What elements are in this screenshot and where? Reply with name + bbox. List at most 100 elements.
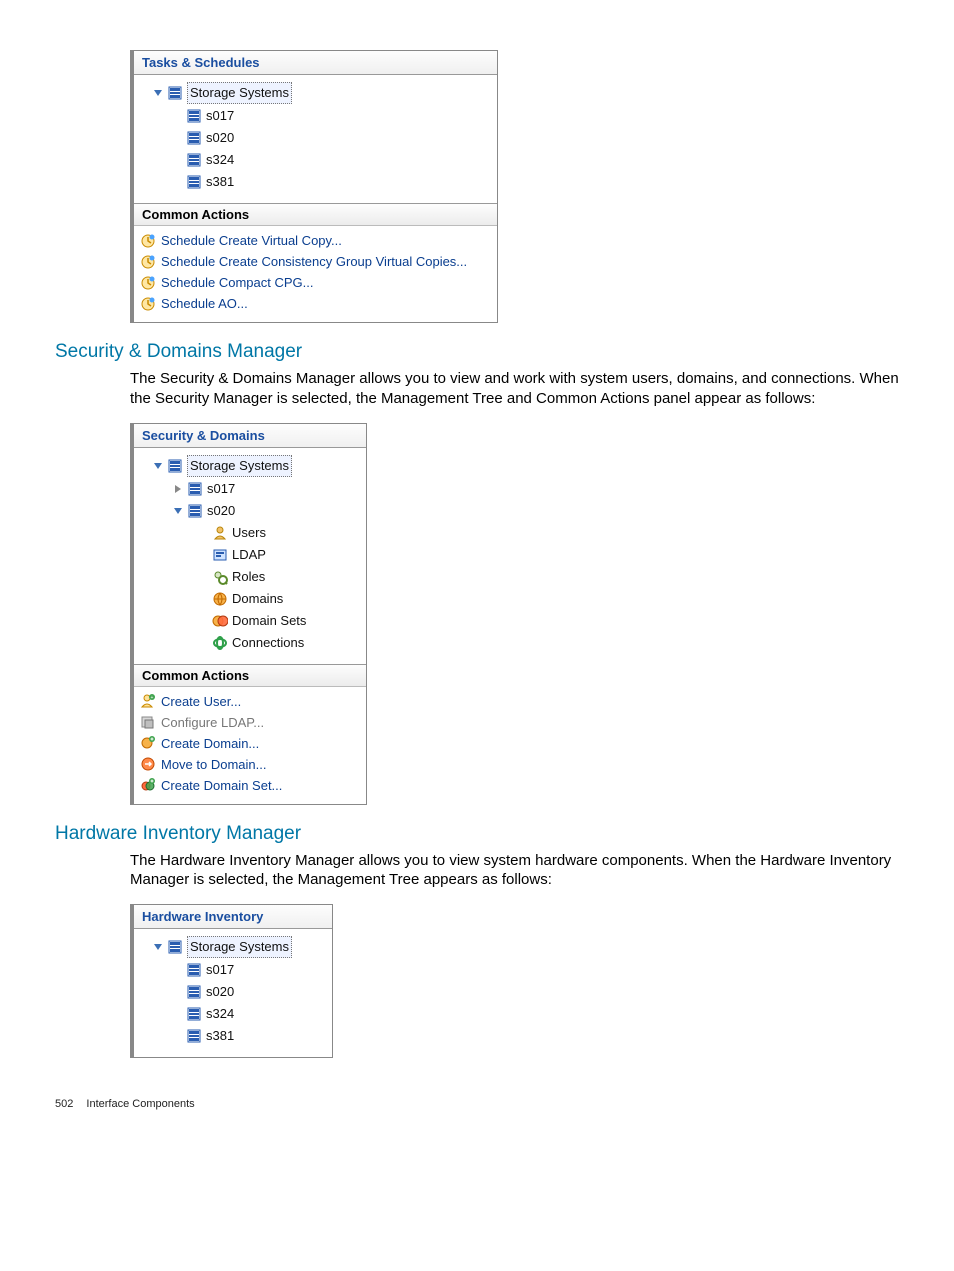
expand-down-icon[interactable] <box>152 460 163 471</box>
tree-item-label: Domains <box>232 589 283 609</box>
storage-icon <box>186 174 202 190</box>
action-create-user[interactable]: Create User... <box>140 691 360 712</box>
tree-root[interactable]: Storage Systems <box>140 935 326 959</box>
tree-item-label: s324 <box>206 1004 234 1024</box>
storage-icon <box>167 85 183 101</box>
tree-item[interactable]: s324 <box>140 1003 326 1025</box>
page-number: 502 <box>55 1098 83 1110</box>
panel-title: Tasks & Schedules <box>134 51 497 75</box>
tree-item[interactable]: s017 <box>140 959 326 981</box>
chapter-title: Interface Components <box>86 1098 194 1110</box>
roles-icon <box>212 569 228 585</box>
schedule-icon <box>140 254 156 270</box>
tree-item[interactable]: s324 <box>140 149 491 171</box>
expand-down-icon[interactable] <box>152 942 163 953</box>
move-domain-icon <box>140 756 156 772</box>
user-icon <box>212 525 228 541</box>
action-link[interactable]: Schedule Create Consistency Group Virtua… <box>140 251 491 272</box>
action-label: Create Domain Set... <box>161 775 282 796</box>
tree-item-label: s381 <box>206 172 234 192</box>
tree-item-label: Connections <box>232 633 304 653</box>
schedule-icon <box>140 233 156 249</box>
tree-item[interactable]: Users <box>140 522 360 544</box>
tree-item-label: s324 <box>206 150 234 170</box>
action-configure-ldap[interactable]: Configure LDAP... <box>140 712 360 733</box>
expand-down-icon[interactable] <box>152 88 163 99</box>
action-move-domain[interactable]: Move to Domain... <box>140 754 360 775</box>
action-label: Schedule Create Consistency Group Virtua… <box>161 251 467 272</box>
tree-item-label: s020 <box>206 982 234 1002</box>
action-label: Move to Domain... <box>161 754 267 775</box>
management-tree: Storage Systems s017 s020 s324 s381 <box>134 929 332 1057</box>
tree-item[interactable]: LDAP <box>140 544 360 566</box>
management-tree: Storage Systems s017 s020 s324 s381 <box>134 75 497 203</box>
create-domain-set-icon <box>140 777 156 793</box>
storage-icon <box>186 108 202 124</box>
action-label: Schedule AO... <box>161 293 248 314</box>
panel-title: Security & Domains <box>134 424 366 448</box>
storage-icon <box>186 1028 202 1044</box>
action-label: Create Domain... <box>161 733 259 754</box>
body-text: The Hardware Inventory Manager allows yo… <box>130 851 899 891</box>
action-label: Schedule Create Virtual Copy... <box>161 230 342 251</box>
page-footer: 502 Interface Components <box>55 1098 899 1110</box>
management-tree: Storage Systems s017 s020 Users LDAP Rol… <box>134 448 366 664</box>
tree-item-label: s017 <box>206 106 234 126</box>
tree-item[interactable]: s020 <box>140 981 326 1003</box>
hardware-inventory-panel: Hardware Inventory Storage Systems s017 … <box>130 904 333 1058</box>
action-label: Create User... <box>161 691 241 712</box>
storage-icon <box>186 152 202 168</box>
storage-icon <box>186 984 202 1000</box>
storage-icon <box>187 481 203 497</box>
tree-item-label: s381 <box>206 1026 234 1046</box>
security-domains-panel: Security & Domains Storage Systems s017 … <box>130 423 367 805</box>
section-heading-hardware: Hardware Inventory Manager <box>55 823 899 845</box>
tree-item[interactable]: Roles <box>140 566 360 588</box>
expand-right-icon[interactable] <box>172 483 183 494</box>
action-link[interactable]: Schedule AO... <box>140 293 491 314</box>
tree-item-label: s017 <box>207 479 235 499</box>
tree-item[interactable]: s017 <box>140 478 360 500</box>
common-actions-title: Common Actions <box>134 203 497 226</box>
tree-item[interactable]: s017 <box>140 105 491 127</box>
action-link[interactable]: Schedule Compact CPG... <box>140 272 491 293</box>
tree-item-label: s020 <box>206 128 234 148</box>
tree-item[interactable]: s381 <box>140 1025 326 1047</box>
tree-item-label: LDAP <box>232 545 266 565</box>
tree-item-label: s020 <box>207 501 235 521</box>
common-actions: Create User... Configure LDAP... Create … <box>134 687 366 804</box>
body-text: The Security & Domains Manager allows yo… <box>130 369 899 409</box>
schedule-icon <box>140 275 156 291</box>
create-domain-icon <box>140 735 156 751</box>
ldap-icon <box>212 547 228 563</box>
storage-icon <box>186 962 202 978</box>
tree-item[interactable]: Domain Sets <box>140 610 360 632</box>
connections-icon <box>212 635 228 651</box>
tree-root[interactable]: Storage Systems <box>140 81 491 105</box>
tree-item[interactable]: s020 <box>140 500 360 522</box>
storage-icon <box>167 939 183 955</box>
common-actions-title: Common Actions <box>134 664 366 687</box>
storage-icon <box>187 503 203 519</box>
configure-ldap-icon <box>140 714 156 730</box>
tree-root-label: Storage Systems <box>187 936 292 958</box>
storage-icon <box>167 458 183 474</box>
action-create-domain[interactable]: Create Domain... <box>140 733 360 754</box>
tree-root[interactable]: Storage Systems <box>140 454 360 478</box>
tree-item[interactable]: s020 <box>140 127 491 149</box>
action-create-domain-set[interactable]: Create Domain Set... <box>140 775 360 796</box>
expand-down-icon[interactable] <box>172 505 183 516</box>
action-link[interactable]: Schedule Create Virtual Copy... <box>140 230 491 251</box>
tree-item[interactable]: s381 <box>140 171 491 193</box>
domain-set-icon <box>212 613 228 629</box>
section-heading-security: Security & Domains Manager <box>55 341 899 363</box>
tree-item-label: s017 <box>206 960 234 980</box>
storage-icon <box>186 1006 202 1022</box>
domain-icon <box>212 591 228 607</box>
tree-item[interactable]: Domains <box>140 588 360 610</box>
tree-item[interactable]: Connections <box>140 632 360 654</box>
storage-icon <box>186 130 202 146</box>
create-user-icon <box>140 693 156 709</box>
tree-item-label: Roles <box>232 567 265 587</box>
schedule-icon <box>140 296 156 312</box>
